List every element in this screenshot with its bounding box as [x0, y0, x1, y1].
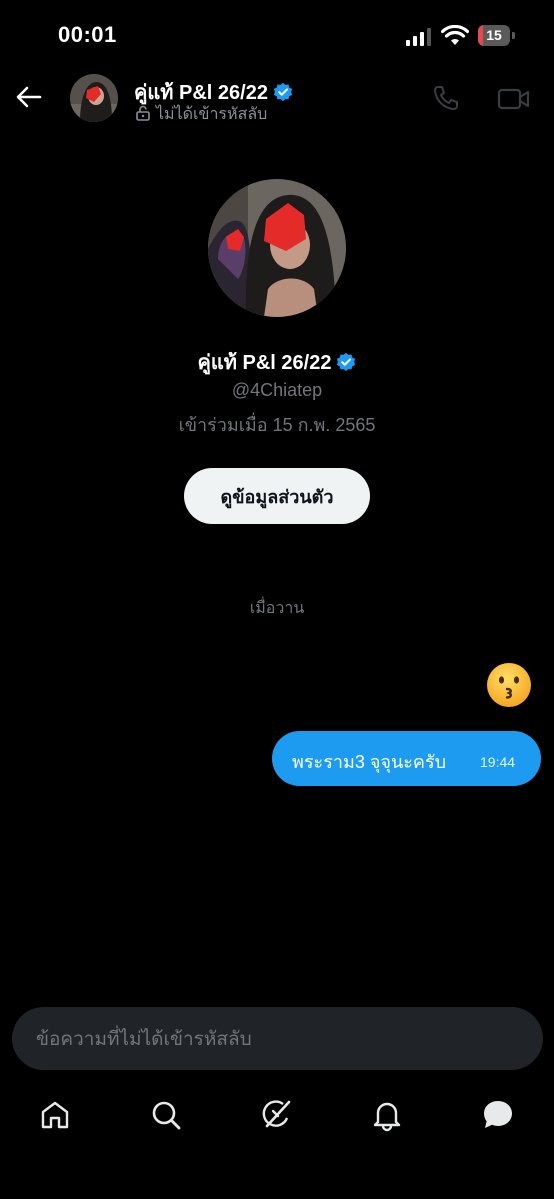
verified-icon	[337, 352, 356, 372]
encryption-status-text: ไม่ได้เข้ารหัสลับ	[156, 106, 268, 123]
messages-icon[interactable]	[481, 1098, 515, 1132]
date-separator: เมื่อวาน	[249, 600, 305, 617]
search-icon[interactable]	[149, 1098, 183, 1132]
back-arrow-icon[interactable]	[14, 82, 44, 112]
verified-icon	[273, 82, 293, 102]
profile-handle: @4Chiatep	[231, 380, 323, 400]
profile-joined-date: เข้าร่วมเมื่อ 15 ก.พ. 2565	[178, 415, 376, 435]
encryption-status: ไม่ได้เข้ารหัสลับ	[136, 102, 267, 127]
profile-name: คู่แท้ P&l 26/22	[197, 352, 332, 374]
status-time: 00:01	[58, 22, 117, 47]
battery-level: 15	[486, 27, 502, 43]
battery-indicator: 15	[478, 25, 516, 47]
header-avatar[interactable]	[70, 74, 118, 122]
message-bubble[interactable]: พระราม3 จุจุนะครับ 19:44	[272, 731, 541, 786]
cellular-signal-icon	[406, 28, 431, 46]
message-composer[interactable]	[12, 1007, 543, 1072]
phone-icon[interactable]	[432, 84, 460, 112]
home-icon[interactable]	[38, 1098, 72, 1132]
kissing-face-emoji[interactable]	[486, 662, 532, 708]
grok-icon[interactable]	[259, 1098, 293, 1132]
view-profile-button[interactable]: ดูข้อมูลส่วนตัว	[184, 468, 370, 524]
header-name: คู่แท้ P&l 26/22	[134, 82, 268, 104]
profile-avatar[interactable]	[208, 179, 346, 317]
message-time: 19:44	[480, 754, 516, 770]
notifications-icon[interactable]	[370, 1098, 404, 1132]
message-text: พระราม3 จุจุนะครับ	[292, 752, 447, 772]
lock-icon	[136, 105, 150, 121]
video-icon[interactable]	[497, 86, 531, 112]
profile-name-row: คู่แท้ P&l 26/22	[0, 346, 554, 378]
wifi-icon	[441, 25, 469, 45]
message-input[interactable]	[34, 1007, 518, 1072]
